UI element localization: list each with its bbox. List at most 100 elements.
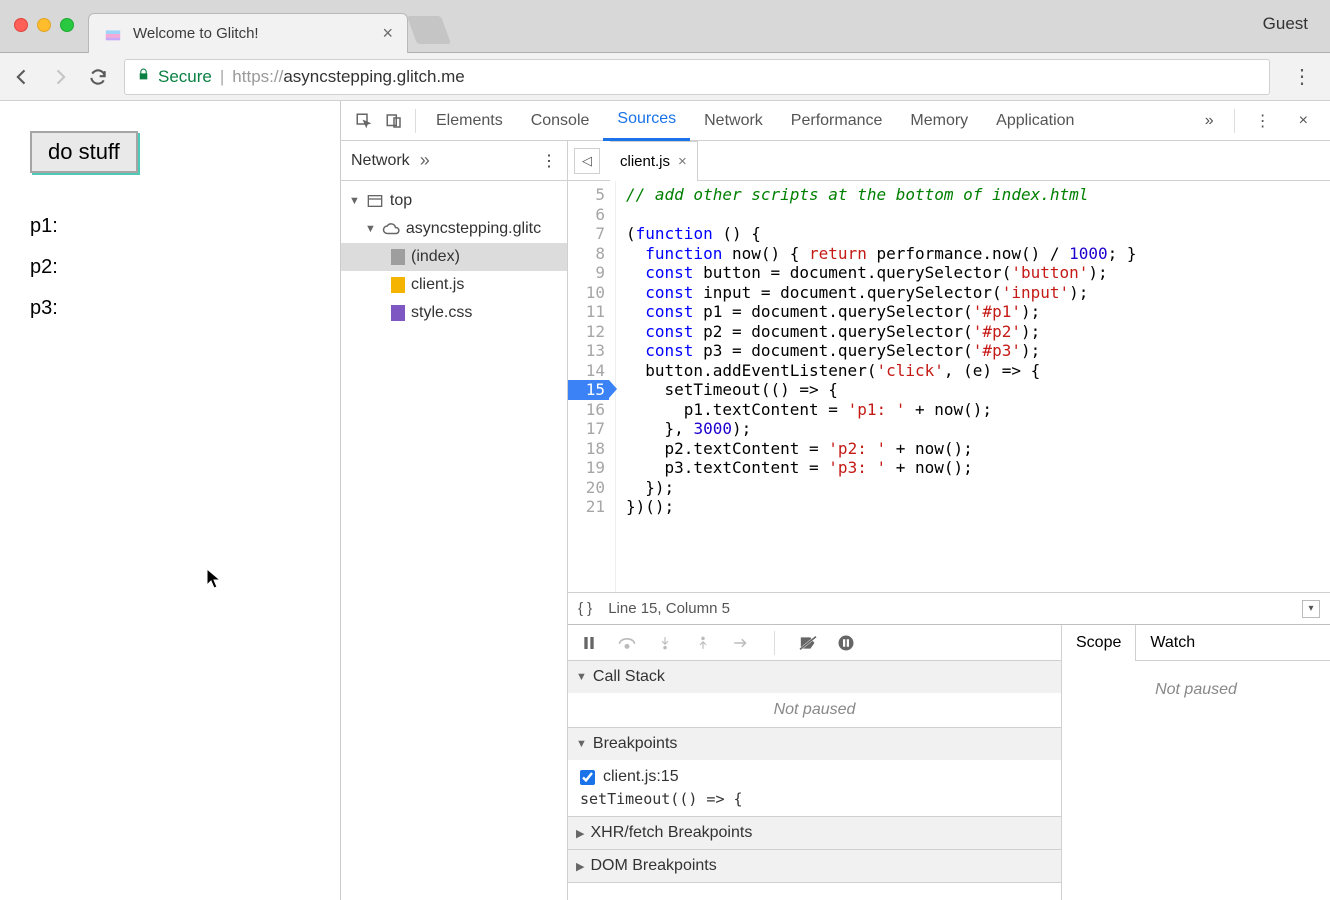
- debugger-toolbar: [568, 625, 1061, 661]
- coverage-dropdown-icon[interactable]: ▾: [1302, 600, 1320, 618]
- devtools-menu-button[interactable]: ⋮: [1241, 101, 1285, 141]
- navigator-overflow-button[interactable]: »: [420, 150, 430, 171]
- watch-tab[interactable]: Watch: [1136, 625, 1209, 661]
- code-text[interactable]: // add other scripts at the bottom of in…: [616, 181, 1137, 592]
- cloud-icon: [382, 222, 400, 236]
- code-area[interactable]: 56789101112131415161718192021 // add oth…: [568, 181, 1330, 592]
- editor-tabs: ◁ client.js ×: [568, 141, 1330, 181]
- line-gutter[interactable]: 56789101112131415161718192021: [568, 181, 616, 592]
- breakpoints-header[interactable]: ▼Breakpoints: [568, 728, 1061, 760]
- breakpoint-item[interactable]: client.js:15: [580, 768, 1049, 786]
- tab-close-icon[interactable]: ×: [382, 23, 393, 44]
- devtools-tab-console[interactable]: Console: [517, 101, 604, 141]
- p1-text: p1:: [30, 215, 310, 238]
- xhr-breakpoints-header[interactable]: ▶XHR/fetch Breakpoints: [568, 817, 1061, 849]
- devtools: ElementsConsoleSourcesNetworkPerformance…: [341, 101, 1330, 900]
- profile-label[interactable]: Guest: [1241, 0, 1330, 48]
- tree-domain-label: asyncstepping.glitc: [406, 220, 541, 238]
- scope-watch-tabs: Scope Watch: [1062, 625, 1330, 661]
- chevron-down-icon: ▼: [349, 195, 360, 207]
- inspect-element-icon[interactable]: [349, 112, 379, 130]
- file-name: style.css: [411, 304, 472, 322]
- navigator-mode[interactable]: Network: [351, 152, 410, 170]
- nav-bar: Secure | https://asyncstepping.glitch.me…: [0, 53, 1330, 101]
- navigator-menu-button[interactable]: ⋮: [541, 151, 557, 171]
- window-icon: [366, 194, 384, 208]
- debug-left-column: ▼Call Stack Not paused ▼Breakpoints clie…: [568, 625, 1062, 900]
- file-tree: ▼ top ▼ asyncstepping.glitc (index)clie: [341, 181, 567, 333]
- file-icon: [391, 305, 405, 321]
- devtools-tab-performance[interactable]: Performance: [777, 101, 897, 141]
- file-row[interactable]: (index): [341, 243, 567, 271]
- cursor-position: Line 15, Column 5: [608, 600, 730, 617]
- breakpoint-checkbox[interactable]: [580, 770, 595, 785]
- dom-breakpoints-header[interactable]: ▶DOM Breakpoints: [568, 850, 1061, 882]
- addr-separator: |: [220, 67, 224, 87]
- browser-menu-button[interactable]: ⋮: [1284, 64, 1320, 89]
- file-row[interactable]: client.js: [341, 271, 567, 299]
- maximize-window-button[interactable]: [60, 18, 74, 32]
- tree-root[interactable]: ▼ top: [341, 187, 567, 215]
- devtools-tab-network[interactable]: Network: [690, 101, 777, 141]
- format-button[interactable]: { }: [578, 600, 592, 617]
- pause-on-exceptions-button[interactable]: [835, 634, 857, 652]
- devtools-tab-sources[interactable]: Sources: [603, 101, 690, 141]
- breakpoint-file: client.js:15: [603, 768, 679, 786]
- scope-body: Not paused: [1062, 661, 1330, 900]
- forward-button[interactable]: [48, 65, 72, 89]
- close-file-icon[interactable]: ×: [678, 153, 687, 170]
- pause-button[interactable]: [578, 635, 600, 651]
- debug-panels: ▼Call Stack Not paused ▼Breakpoints clie…: [568, 624, 1330, 900]
- call-stack-section: ▼Call Stack Not paused: [568, 661, 1061, 728]
- file-icon: [391, 249, 405, 265]
- scope-tab[interactable]: Scope: [1062, 625, 1136, 661]
- devtools-tab-application[interactable]: Application: [982, 101, 1088, 141]
- page-content: do stuff p1: p2: p3:: [0, 101, 341, 900]
- xhr-breakpoints-section: ▶XHR/fetch Breakpoints: [568, 817, 1061, 850]
- url-text: https://asyncstepping.glitch.me: [232, 67, 464, 87]
- tab-title: Welcome to Glitch!: [133, 25, 372, 42]
- back-button[interactable]: [10, 65, 34, 89]
- deactivate-breakpoints-button[interactable]: [797, 635, 819, 651]
- sources-navigator: Network » ⋮ ▼ top ▼: [341, 141, 568, 900]
- call-stack-header[interactable]: ▼Call Stack: [568, 661, 1061, 693]
- step-into-button[interactable]: [654, 634, 676, 652]
- debug-right-column: Scope Watch Not paused: [1062, 625, 1330, 900]
- minimize-window-button[interactable]: [37, 18, 51, 32]
- editor-file-name: client.js: [620, 153, 670, 170]
- file-row[interactable]: style.css: [341, 299, 567, 327]
- close-window-button[interactable]: [14, 18, 28, 32]
- p3-text: p3:: [30, 297, 310, 320]
- devtools-tab-memory[interactable]: Memory: [896, 101, 982, 141]
- editor-file-tab[interactable]: client.js ×: [610, 141, 698, 181]
- overflow-tabs-button[interactable]: »: [1191, 101, 1228, 141]
- editor-status: { } Line 15, Column 5 ▾: [568, 592, 1330, 624]
- navigator-header: Network » ⋮: [341, 141, 567, 181]
- navigator-toggle-button[interactable]: ◁: [574, 148, 600, 174]
- breakpoints-section: ▼Breakpoints client.js:15 setTimeout(() …: [568, 728, 1061, 817]
- editor: ◁ client.js × 56789101112131415161718192…: [568, 141, 1330, 900]
- titlebar: Welcome to Glitch! × Guest: [0, 0, 1330, 53]
- step-button[interactable]: [730, 636, 752, 650]
- file-icon: [391, 277, 405, 293]
- p2-text: p2:: [30, 256, 310, 279]
- new-tab-button[interactable]: [407, 16, 451, 44]
- file-name: (index): [411, 248, 460, 266]
- dom-breakpoints-section: ▶DOM Breakpoints: [568, 850, 1061, 883]
- devtools-close-button[interactable]: ×: [1285, 101, 1322, 141]
- secure-label: Secure: [158, 67, 212, 87]
- devtools-tab-elements[interactable]: Elements: [422, 101, 517, 141]
- browser-tab[interactable]: Welcome to Glitch! ×: [88, 13, 408, 53]
- call-stack-body: Not paused: [568, 693, 1061, 727]
- tree-domain[interactable]: ▼ asyncstepping.glitc: [341, 215, 567, 243]
- step-out-button[interactable]: [692, 634, 714, 652]
- do-stuff-button[interactable]: do stuff: [30, 131, 138, 173]
- step-over-button[interactable]: [616, 635, 638, 651]
- reload-button[interactable]: [86, 65, 110, 89]
- address-bar[interactable]: Secure | https://asyncstepping.glitch.me: [124, 59, 1270, 95]
- device-toggle-icon[interactable]: [379, 112, 409, 130]
- breakpoint-snippet: setTimeout(() => {: [580, 786, 1049, 808]
- breakpoints-body: client.js:15 setTimeout(() => {: [568, 760, 1061, 816]
- chevron-down-icon: ▼: [365, 223, 376, 235]
- file-name: client.js: [411, 276, 464, 294]
